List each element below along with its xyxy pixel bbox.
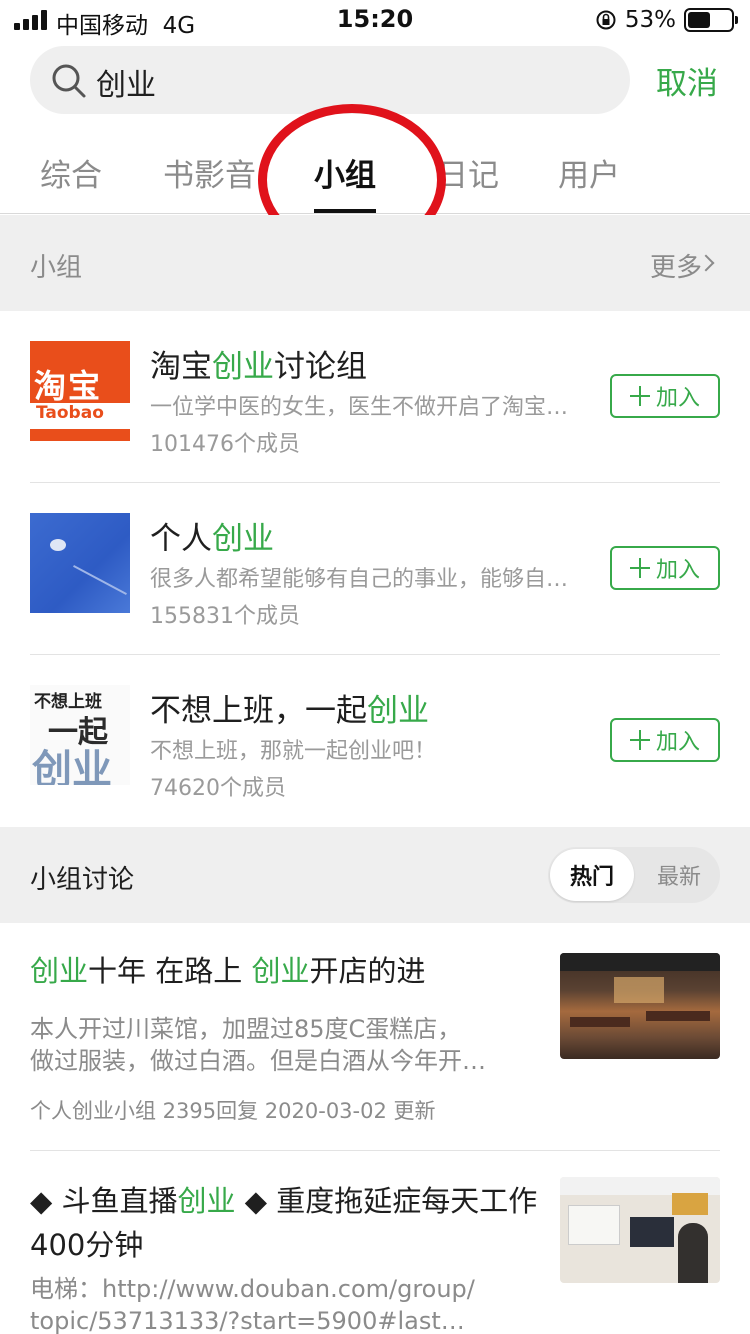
post-image (560, 1177, 720, 1283)
plus-icon (629, 386, 650, 406)
sort-new-button[interactable]: 最新 (640, 849, 718, 901)
discussion-item[interactable]: ◆ 斗鱼直播创业 ◆ 重度拖延症每天工作400分钟 电梯：http://www.… (0, 1151, 750, 1334)
group-item[interactable]: 个人创业 很多人都希望能够有自己的事业，能够自己做老板 155831个成员 加入 (0, 483, 750, 655)
tab-overview[interactable]: 综合 (40, 150, 102, 195)
join-button[interactable]: 加入 (610, 718, 720, 762)
plus-icon (629, 730, 650, 750)
plus-icon (629, 558, 650, 578)
post-excerpt: 本人开过川菜馆，加盟过85度C蛋糕店， 做过服装，做过白酒。但是白酒从今年开… (30, 1015, 486, 1075)
search-input[interactable]: 创业 (30, 46, 630, 114)
group-avatar (30, 513, 130, 613)
group-name: 淘宝创业讨论组 (150, 349, 367, 385)
section-title: 小组 (30, 253, 83, 283)
group-description: 很多人都希望能够有自己的事业，能够自己做老板 (150, 567, 580, 592)
group-member-count: 155831个成员 (150, 604, 300, 629)
group-member-count: 74620个成员 (150, 776, 286, 801)
battery-icon (684, 8, 738, 32)
tab-diary[interactable]: 日记 (437, 150, 499, 195)
group-item[interactable]: 不想上班 一起 创业 不想上班，一起创业 不想上班，那就一起创业吧！ 74620… (0, 655, 750, 827)
post-title: ◆ 斗鱼直播创业 ◆ 重度拖延症每天工作400分钟 (30, 1184, 538, 1262)
post-meta: 个人创业小组 2395回复 2020-03-02 更新 (30, 1099, 436, 1123)
group-name: 个人创业 (150, 521, 274, 557)
cancel-button[interactable]: 取消 (656, 58, 718, 103)
join-button[interactable]: 加入 (610, 546, 720, 590)
sort-toggle: 热门 最新 (548, 847, 720, 903)
group-avatar: 淘宝 Taobao (30, 341, 130, 441)
post-image (560, 953, 720, 1059)
group-description: 不想上班，那就一起创业吧！ (150, 739, 437, 764)
rotation-lock-icon (596, 10, 616, 30)
group-name: 不想上班，一起创业 (150, 693, 429, 729)
tab-users[interactable]: 用户 (558, 150, 620, 195)
join-button[interactable]: 加入 (610, 374, 720, 418)
groups-section-header: 小组 更多 (0, 215, 750, 311)
group-avatar: 不想上班 一起 创业 (30, 685, 130, 785)
group-item[interactable]: 淘宝 Taobao 淘宝创业讨论组 一位学中医的女生，医生不做开启了淘宝创业之路… (0, 311, 750, 483)
group-member-count: 101476个成员 (150, 432, 300, 457)
sort-hot-button[interactable]: 热门 (550, 849, 634, 901)
more-link[interactable]: 更多 (650, 247, 702, 284)
post-excerpt: 电梯：http://www.douban.com/group/ topic/53… (30, 1275, 475, 1334)
section-title: 小组讨论 (30, 865, 135, 895)
group-description: 一位学中医的女生，医生不做开启了淘宝创业之路 (150, 395, 580, 420)
discussion-section-header: 小组讨论 热门 最新 (0, 827, 750, 923)
search-icon (52, 64, 86, 98)
discussion-item[interactable]: 创业十年 在路上 创业开店的进 本人开过川菜馆，加盟过85度C蛋糕店， 做过服装… (0, 923, 750, 1151)
status-bar: 中国移动 4G 15:20 53% (0, 0, 750, 40)
post-title: 创业十年 在路上 创业开店的进 (30, 954, 426, 988)
battery-percent: 53% (624, 7, 676, 33)
search-query: 创业 (96, 68, 156, 103)
tab-media[interactable]: 书影音 (163, 150, 256, 195)
